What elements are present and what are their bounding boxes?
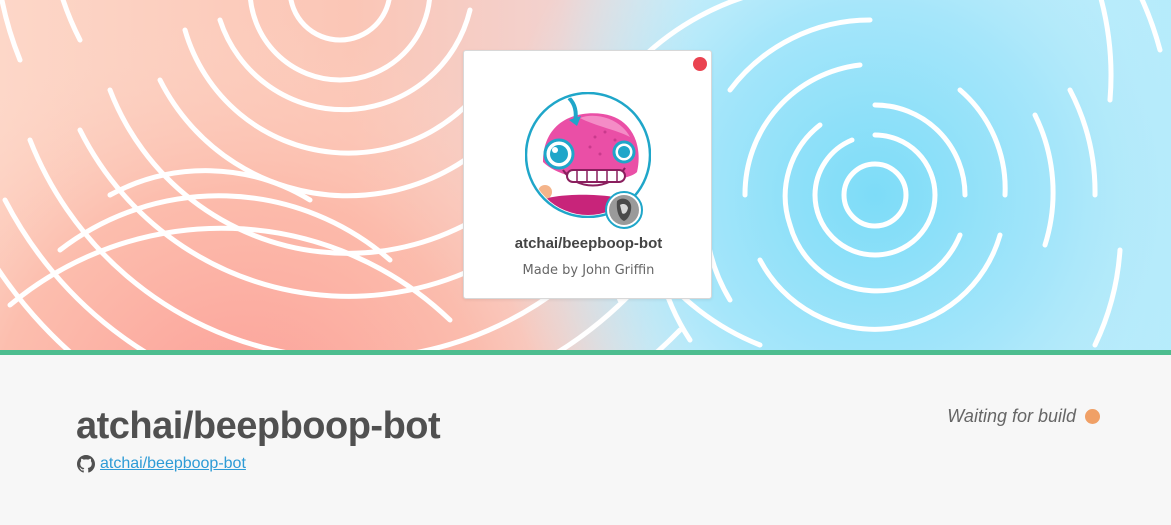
- status-dot-red: [693, 57, 707, 71]
- build-status-text: Waiting for build: [947, 406, 1076, 426]
- build-status-dot: [1085, 409, 1100, 424]
- bot-card[interactable]: atchai/beepboop-bot Made by John Griffin: [463, 50, 712, 299]
- build-status: Waiting for build: [947, 406, 1100, 427]
- card-title: atchai/beepboop-bot: [514, 235, 663, 252]
- hero-banner: atchai/beepboop-bot Made by John Griffin: [0, 0, 1171, 351]
- author-avatar: [605, 191, 643, 229]
- card-author: Made by John Griffin: [522, 263, 655, 278]
- repo-link-row: atchai/beepboop-bot: [77, 455, 246, 473]
- github-icon: [77, 455, 95, 473]
- repo-link[interactable]: atchai/beepboop-bot: [100, 455, 246, 473]
- repo-title: atchai/beepboop-bot: [76, 405, 441, 447]
- section-divider: [0, 350, 1171, 355]
